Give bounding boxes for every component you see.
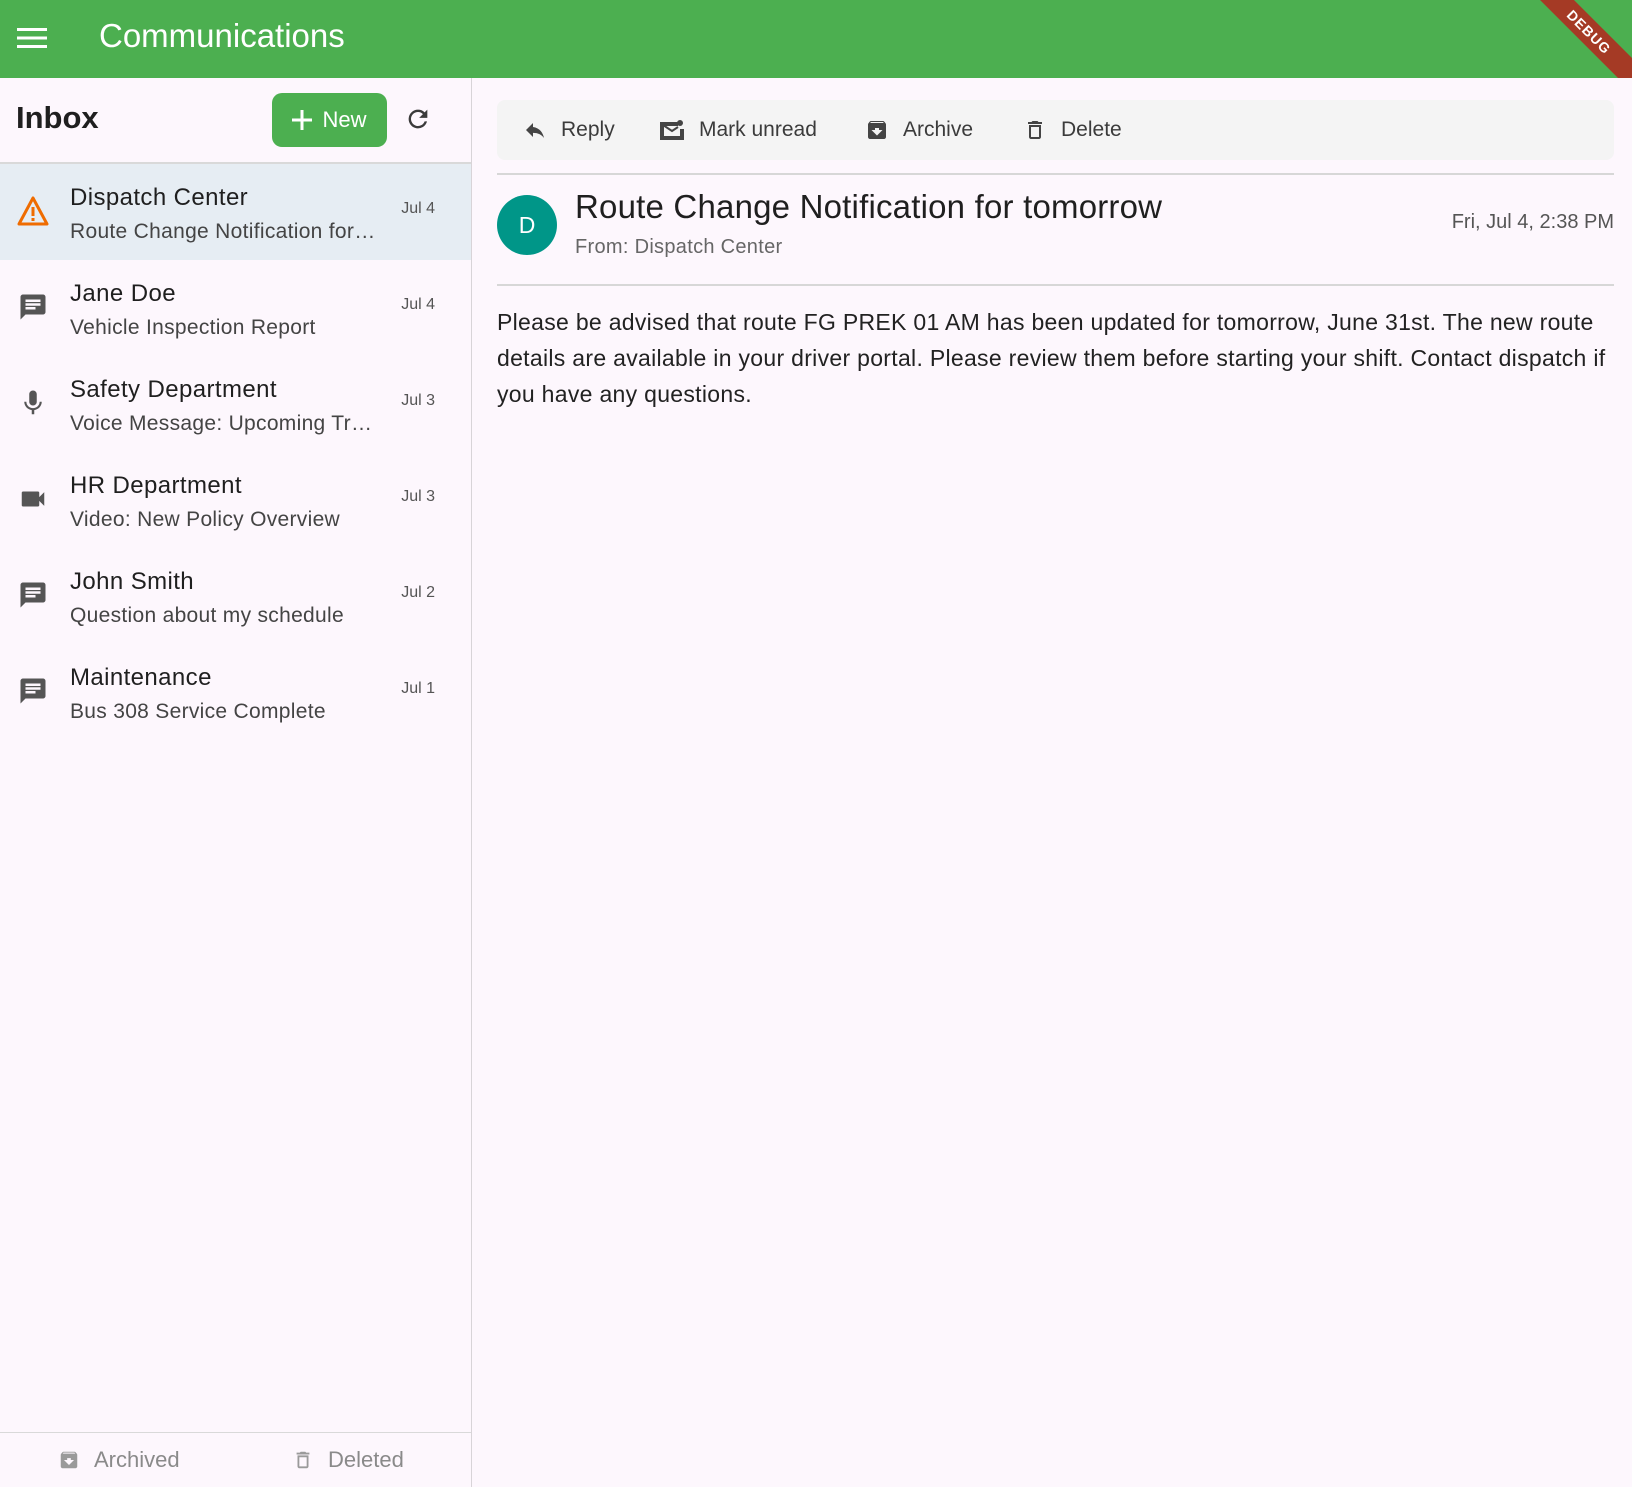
message-sender: Maintenance [70, 664, 212, 691]
mark-unread-icon [660, 120, 684, 140]
list-item[interactable]: Maintenance Bus 308 Service Complete Jul… [0, 644, 471, 740]
message-date: Jul 3 [401, 392, 435, 409]
list-item[interactable]: Dispatch Center Route Change Notificatio… [0, 164, 471, 260]
plus-icon [292, 110, 313, 130]
refresh-icon[interactable] [400, 98, 436, 140]
list-item[interactable]: Jane Doe Vehicle Inspection Report Jul 4 [0, 260, 471, 356]
message-subject: Vehicle Inspection Report [70, 316, 316, 339]
message-sender: Safety Department [70, 376, 277, 403]
app-title: Communications [99, 17, 345, 54]
message-sender: John Smith [70, 568, 195, 595]
divider [497, 284, 1614, 286]
message-subject: Route Change Notification for tomorrow [70, 220, 380, 243]
video-icon [16, 482, 50, 516]
archived-button[interactable]: Archived [58, 1447, 180, 1473]
reply-button[interactable]: Reply [523, 100, 615, 160]
deleted-label: Deleted [328, 1447, 404, 1472]
message-toolbar: Reply Mark unread Archive Delete [497, 100, 1614, 160]
list-item[interactable]: John Smith Question about my schedule Ju… [0, 548, 471, 644]
archive-icon [60, 1451, 78, 1469]
message-sender: Jane Doe [70, 280, 176, 307]
archive-icon [868, 121, 886, 139]
mark-unread-button[interactable]: Mark unread [659, 100, 817, 160]
message-date: Jul 4 [401, 200, 435, 217]
inbox-header: Inbox New [0, 78, 471, 164]
message-date: Jul 2 [401, 584, 435, 601]
message-date: Jul 4 [401, 296, 435, 313]
inbox-panel: Inbox New Dispatch Center Route Change N… [0, 78, 472, 1487]
avatar: D [497, 195, 557, 255]
message-icon [16, 674, 50, 708]
inbox-title: Inbox [16, 100, 99, 135]
message-icon [16, 578, 50, 612]
new-button-label: New [322, 107, 367, 132]
warning-icon [16, 194, 50, 228]
trash-icon [1028, 121, 1042, 139]
reply-label: Reply [561, 118, 615, 141]
menu-icon[interactable] [14, 20, 50, 56]
message-date: Jul 1 [401, 680, 435, 697]
archive-button[interactable]: Archive [865, 100, 973, 160]
new-message-button[interactable]: New [272, 93, 387, 147]
message-from: From: Dispatch Center [575, 236, 783, 258]
app-bar: Communications DEBUG [0, 0, 1632, 78]
mark-unread-label: Mark unread [699, 118, 817, 141]
message-subject: Question about my schedule [70, 604, 344, 627]
trash-icon [296, 1451, 310, 1469]
debug-ribbon: DEBUG [1513, 0, 1632, 78]
message-datetime: Fri, Jul 4, 2:38 PM [1451, 211, 1614, 233]
message-sender: Dispatch Center [70, 184, 249, 211]
message-icon [16, 290, 50, 324]
archived-label: Archived [94, 1447, 180, 1472]
delete-label: Delete [1061, 118, 1122, 141]
message-subject: Bus 308 Service Complete [70, 700, 326, 723]
deleted-button[interactable]: Deleted [292, 1447, 404, 1473]
list-item[interactable]: HR Department Video: New Policy Overview… [0, 452, 471, 548]
archive-label: Archive [903, 118, 974, 141]
message-detail-panel: Reply Mark unread Archive Delete D Route… [472, 78, 1632, 1487]
message-body: Please be advised that route FG PREK 01 … [497, 309, 1606, 407]
list-item[interactable]: Safety Department Voice Message: Upcomin… [0, 356, 471, 452]
message-list: Dispatch Center Route Change Notificatio… [0, 164, 471, 740]
message-title: Route Change Notification for tomorrow [575, 188, 1163, 225]
delete-button[interactable]: Delete [1023, 100, 1122, 160]
inbox-footer: Archived Deleted [0, 1432, 471, 1487]
message-sender: HR Department [70, 472, 242, 499]
divider [497, 173, 1614, 175]
message-subject: Voice Message: Upcoming Training [70, 412, 380, 435]
message-date: Jul 3 [401, 488, 435, 505]
message-subject: Video: New Policy Overview [70, 508, 341, 531]
microphone-icon [16, 386, 50, 420]
reply-icon [526, 123, 544, 138]
